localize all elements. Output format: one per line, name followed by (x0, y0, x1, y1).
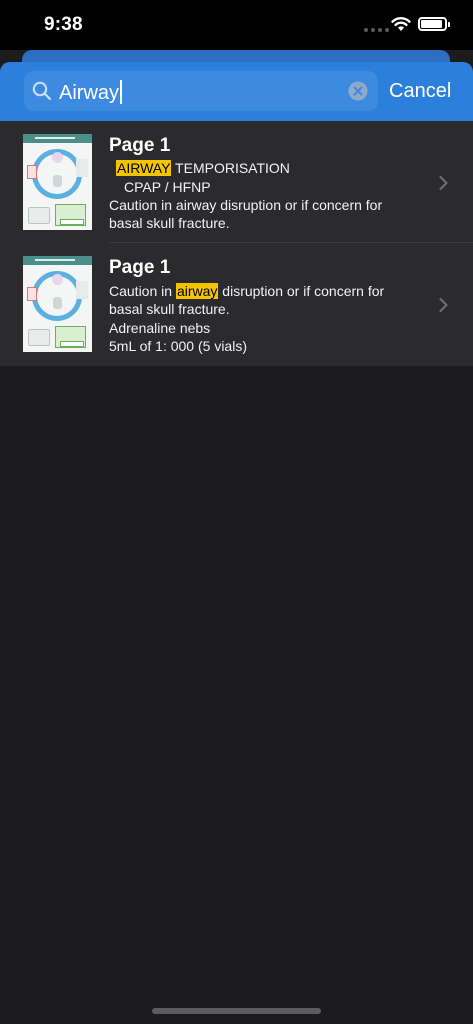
page-thumbnail (23, 256, 92, 352)
search-icon (32, 81, 52, 101)
chevron-right-icon (439, 297, 448, 313)
result-snippet-line: AIRWAY TEMPORISATION (116, 160, 290, 176)
search-highlight: airway (175, 283, 219, 299)
home-indicator[interactable] (152, 1008, 321, 1014)
search-field[interactable]: Airway (24, 71, 378, 111)
chevron-right-icon (439, 175, 448, 191)
result-title: Page 1 (109, 257, 171, 278)
result-snippet-line: basal skull fracture. (109, 301, 230, 317)
clear-icon[interactable] (348, 81, 368, 101)
search-result-row[interactable]: Page 1 AIRWAY TEMPORISATION CPAP / HFNP … (0, 121, 473, 243)
status-bar: 9:38 (0, 0, 473, 50)
text-cursor (120, 80, 123, 104)
result-snippet-line: Caution in airway disruption or if conce… (109, 283, 385, 299)
battery-icon (418, 17, 450, 31)
status-time: 9:38 (44, 14, 83, 35)
search-results-list: Page 1 AIRWAY TEMPORISATION CPAP / HFNP … (0, 121, 473, 366)
result-snippet-line: 5mL of 1: 000 (5 vials) (109, 338, 247, 354)
search-input[interactable]: Airway (59, 80, 123, 104)
result-snippet-line: CPAP / HFNP (124, 179, 211, 195)
page-thumbnail (23, 134, 92, 230)
search-header: Airway Cancel (0, 62, 473, 121)
cellular-signal-icon (364, 28, 389, 32)
search-result-row[interactable]: Page 1 Caution in airway disruption or i… (0, 243, 473, 366)
screen: 9:38 Airway Cancel Page 1 AIRWAY TEMPORI… (0, 0, 473, 1024)
result-snippet-line: Caution in airway disruption or if conce… (109, 197, 383, 213)
result-title: Page 1 (109, 135, 171, 156)
result-snippet-line: Adrenaline nebs (109, 320, 211, 336)
result-snippet-line: basal skull fracture. (109, 215, 230, 231)
search-highlight: AIRWAY (116, 160, 172, 176)
wifi-icon (391, 17, 411, 31)
cancel-button[interactable]: Cancel (389, 80, 451, 102)
search-query: Airway (59, 82, 120, 104)
